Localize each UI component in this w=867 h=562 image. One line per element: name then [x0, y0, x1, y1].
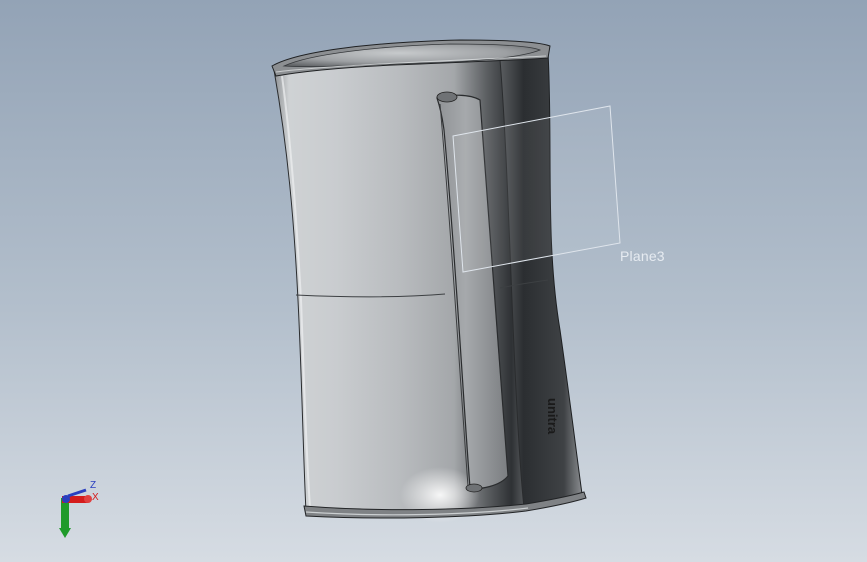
z-axis-arrow — [67, 488, 87, 498]
brand-logo-text: unitra — [545, 398, 560, 435]
plane3-outline[interactable] — [452, 105, 621, 273]
x-axis-label: X — [92, 492, 99, 503]
z-axis-label: Z — [90, 480, 96, 491]
view-orientation-triad[interactable]: Z X — [48, 478, 108, 542]
plane3-label[interactable]: Plane3 — [620, 248, 665, 264]
kettle-model[interactable]: unitra — [0, 0, 867, 562]
graphics-viewport[interactable]: unitra Plane3 Z X — [0, 0, 867, 562]
